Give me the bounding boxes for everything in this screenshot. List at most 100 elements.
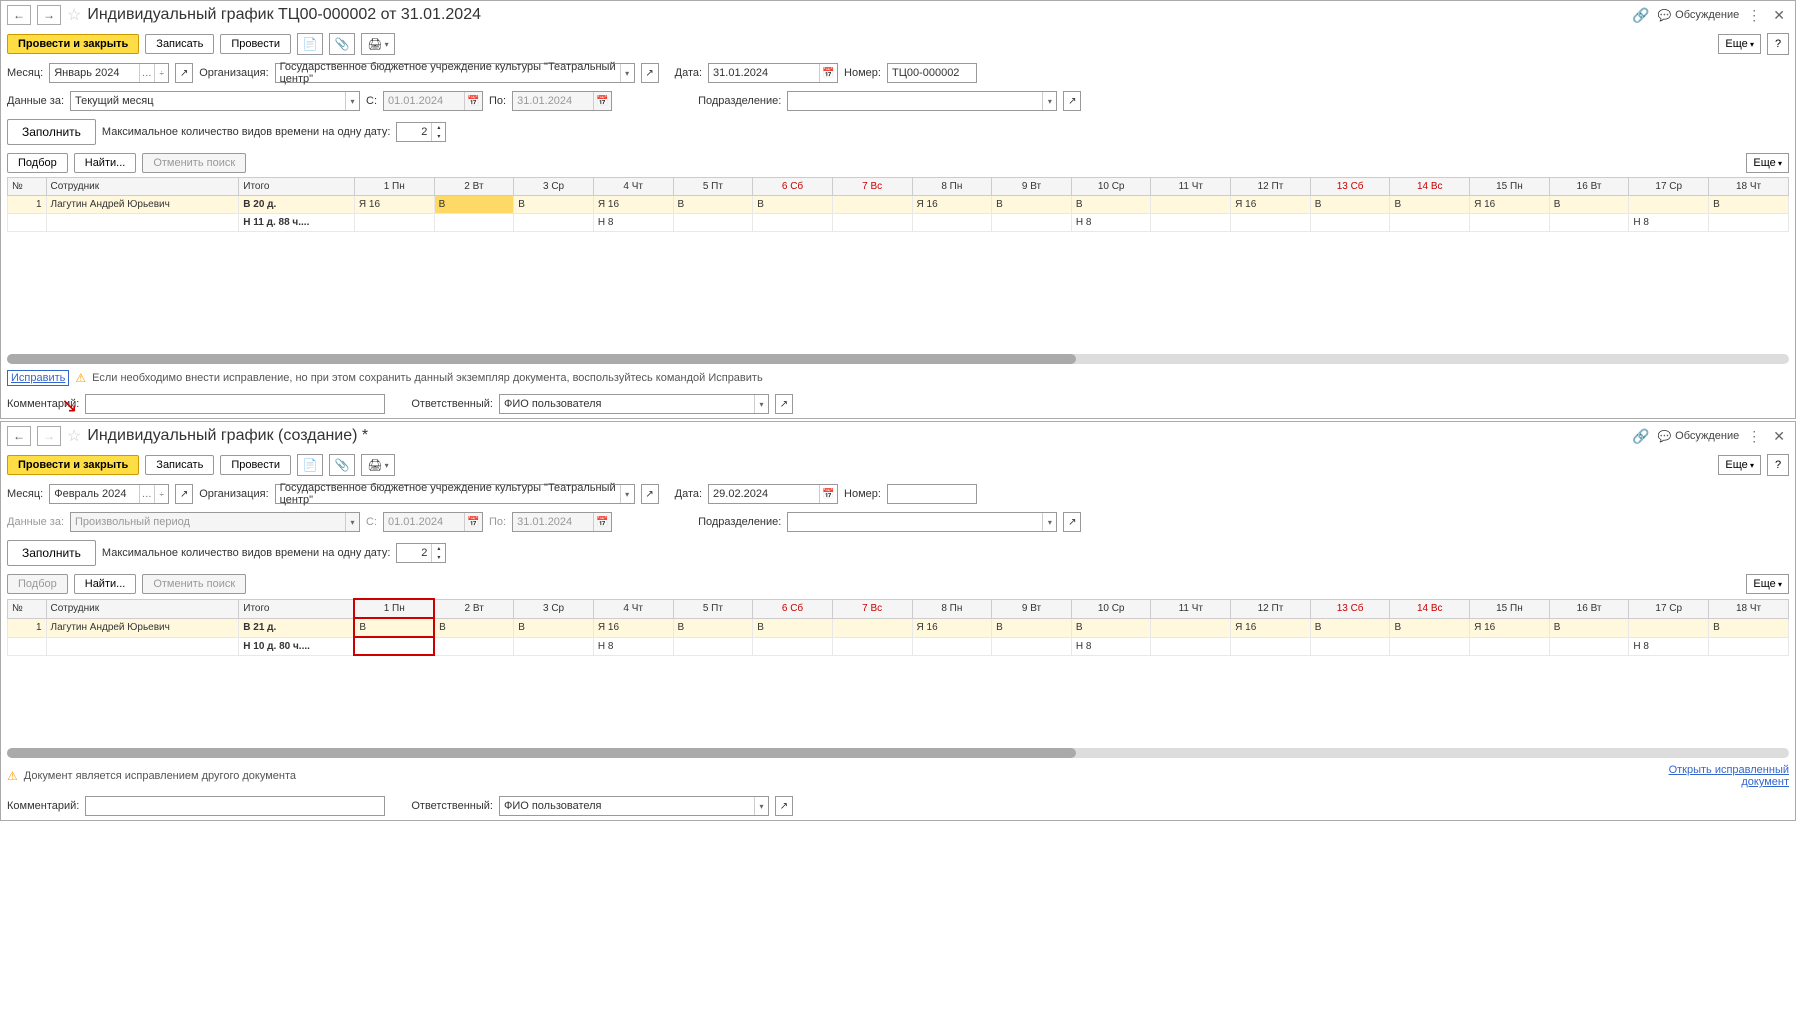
cell-day[interactable]: Н 8 <box>593 214 673 232</box>
col-day[interactable]: 15 Пн <box>1470 599 1550 618</box>
post-close-button-2[interactable]: Провести и закрыть <box>7 455 139 475</box>
month-field[interactable]: Январь 2024…÷ <box>49 63 169 83</box>
col-day[interactable]: 1 Пн <box>354 178 434 196</box>
cell-day[interactable]: В <box>753 618 833 637</box>
col-day[interactable]: 18 Чт <box>1709 599 1789 618</box>
col-day[interactable]: 13 Сб <box>1310 178 1390 196</box>
cell-day[interactable] <box>753 637 833 655</box>
cancel-search-button[interactable]: Отменить поиск <box>142 153 246 173</box>
col-day[interactable]: 3 Ср <box>514 178 594 196</box>
cell-day[interactable] <box>1151 196 1231 214</box>
cell-total[interactable]: В 21 д. <box>239 618 355 637</box>
cell-day[interactable] <box>673 214 753 232</box>
fill-button-2[interactable]: Заполнить <box>7 540 96 566</box>
resp-open-button-2[interactable]: ↗ <box>775 796 793 816</box>
more-button-2[interactable]: Еще <box>1718 455 1761 475</box>
number-field[interactable]: ТЦ00-000002 <box>887 63 977 83</box>
col-day[interactable]: 12 Пт <box>1231 178 1311 196</box>
open-fixed-link[interactable]: Открыть исправленный документ <box>1639 764 1789 788</box>
col-day[interactable]: 5 Пт <box>673 178 753 196</box>
cell-day[interactable]: В <box>1390 618 1470 637</box>
find-button[interactable]: Найти... <box>74 153 137 173</box>
cell-day[interactable]: В <box>673 618 753 637</box>
month-open-button[interactable]: ↗ <box>175 63 193 83</box>
col-day[interactable]: 12 Пт <box>1231 599 1311 618</box>
cell-num[interactable]: 1 <box>8 196 47 214</box>
col-day[interactable]: 10 Ср <box>1071 599 1151 618</box>
cell-day[interactable]: В <box>434 196 514 214</box>
cell-day[interactable]: Я 16 <box>1231 196 1311 214</box>
col-day[interactable]: 10 Ср <box>1071 178 1151 196</box>
cell-day[interactable] <box>1709 637 1789 655</box>
favorite-icon-2[interactable]: ☆ <box>67 426 81 446</box>
col-day[interactable]: 1 Пн <box>354 599 434 618</box>
resp-field-2[interactable]: ФИО пользователя▾ <box>499 796 769 816</box>
col-day[interactable]: 8 Пн <box>912 599 992 618</box>
cell-day[interactable]: В <box>1549 618 1629 637</box>
cell-day[interactable] <box>1390 214 1470 232</box>
cell-total[interactable]: Н 11 д. 88 ч.... <box>239 214 355 232</box>
cell-day[interactable] <box>832 637 912 655</box>
save-button[interactable]: Записать <box>145 34 214 54</box>
table-more-button-2[interactable]: Еще <box>1746 574 1789 594</box>
maxtypes-field-2[interactable]: 2▴▾ <box>396 543 446 563</box>
cell-day[interactable]: В <box>673 196 753 214</box>
col-day[interactable]: 5 Пт <box>673 599 753 618</box>
col-day[interactable]: 7 Вс <box>832 178 912 196</box>
forward-button[interactable]: → <box>37 5 61 25</box>
cell-day[interactable]: Я 16 <box>1470 196 1550 214</box>
dept-field[interactable]: ▾ <box>787 91 1057 111</box>
col-day[interactable]: 4 Чт <box>593 599 673 618</box>
h-scrollbar[interactable] <box>7 354 1789 364</box>
col-day[interactable]: 16 Вт <box>1549 178 1629 196</box>
cell-day[interactable] <box>1470 214 1550 232</box>
cell-num[interactable] <box>8 637 47 655</box>
cell-day[interactable] <box>1310 637 1390 655</box>
favorite-icon[interactable]: ☆ <box>67 5 81 25</box>
link-icon-2[interactable]: 🔗 <box>1632 428 1649 445</box>
cell-total[interactable]: В 20 д. <box>239 196 355 214</box>
cell-day[interactable]: В <box>1549 196 1629 214</box>
post-button[interactable]: Провести <box>220 34 291 54</box>
col-day[interactable]: 9 Вт <box>992 599 1072 618</box>
date-field[interactable]: 31.01.2024📅 <box>708 63 838 83</box>
cancel-search-button-2[interactable]: Отменить поиск <box>142 574 246 594</box>
cell-day[interactable]: Н 8 <box>1629 214 1709 232</box>
save-button-2[interactable]: Записать <box>145 455 214 475</box>
col-total[interactable]: Итого <box>239 599 355 618</box>
find-button-2[interactable]: Найти... <box>74 574 137 594</box>
post-close-button[interactable]: Провести и закрыть <box>7 34 139 54</box>
col-day[interactable]: 16 Вт <box>1549 599 1629 618</box>
col-day[interactable]: 6 Сб <box>753 178 833 196</box>
cell-day[interactable]: В <box>1709 618 1789 637</box>
dept-open-button[interactable]: ↗ <box>1063 91 1081 111</box>
cell-day[interactable]: В <box>1390 196 1470 214</box>
cell-day[interactable] <box>992 637 1072 655</box>
cell-day[interactable] <box>1231 637 1311 655</box>
cell-day[interactable] <box>912 214 992 232</box>
link-icon[interactable]: 🔗 <box>1632 7 1649 24</box>
attach-icon-button-2[interactable]: 📎 <box>329 454 355 476</box>
fix-link[interactable]: Исправить <box>7 370 69 386</box>
report-icon-button-2[interactable]: 📄 <box>297 454 323 476</box>
cell-day[interactable]: В <box>1071 618 1151 637</box>
cell-day[interactable]: Н 8 <box>1629 637 1709 655</box>
resp-field[interactable]: ФИО пользователя▾ <box>499 394 769 414</box>
report-icon-button[interactable]: 📄 <box>297 33 323 55</box>
cell-employee[interactable] <box>46 214 239 232</box>
cell-day[interactable] <box>1709 214 1789 232</box>
cell-day[interactable]: Я 16 <box>593 618 673 637</box>
col-day[interactable]: 6 Сб <box>753 599 833 618</box>
cell-total[interactable]: Н 10 д. 80 ч.... <box>239 637 355 655</box>
col-day[interactable]: 9 Вт <box>992 178 1072 196</box>
col-day[interactable]: 2 Вт <box>434 599 514 618</box>
cell-day[interactable] <box>354 637 434 655</box>
col-day[interactable]: 14 Вс <box>1390 599 1470 618</box>
cell-day[interactable]: В <box>992 196 1072 214</box>
cell-day[interactable]: В <box>354 618 434 637</box>
col-day[interactable]: 14 Вс <box>1390 178 1470 196</box>
comment-field-2[interactable] <box>85 796 385 816</box>
cell-day[interactable]: В <box>1709 196 1789 214</box>
cell-num[interactable]: 1 <box>8 618 47 637</box>
col-day[interactable]: 11 Чт <box>1151 178 1231 196</box>
